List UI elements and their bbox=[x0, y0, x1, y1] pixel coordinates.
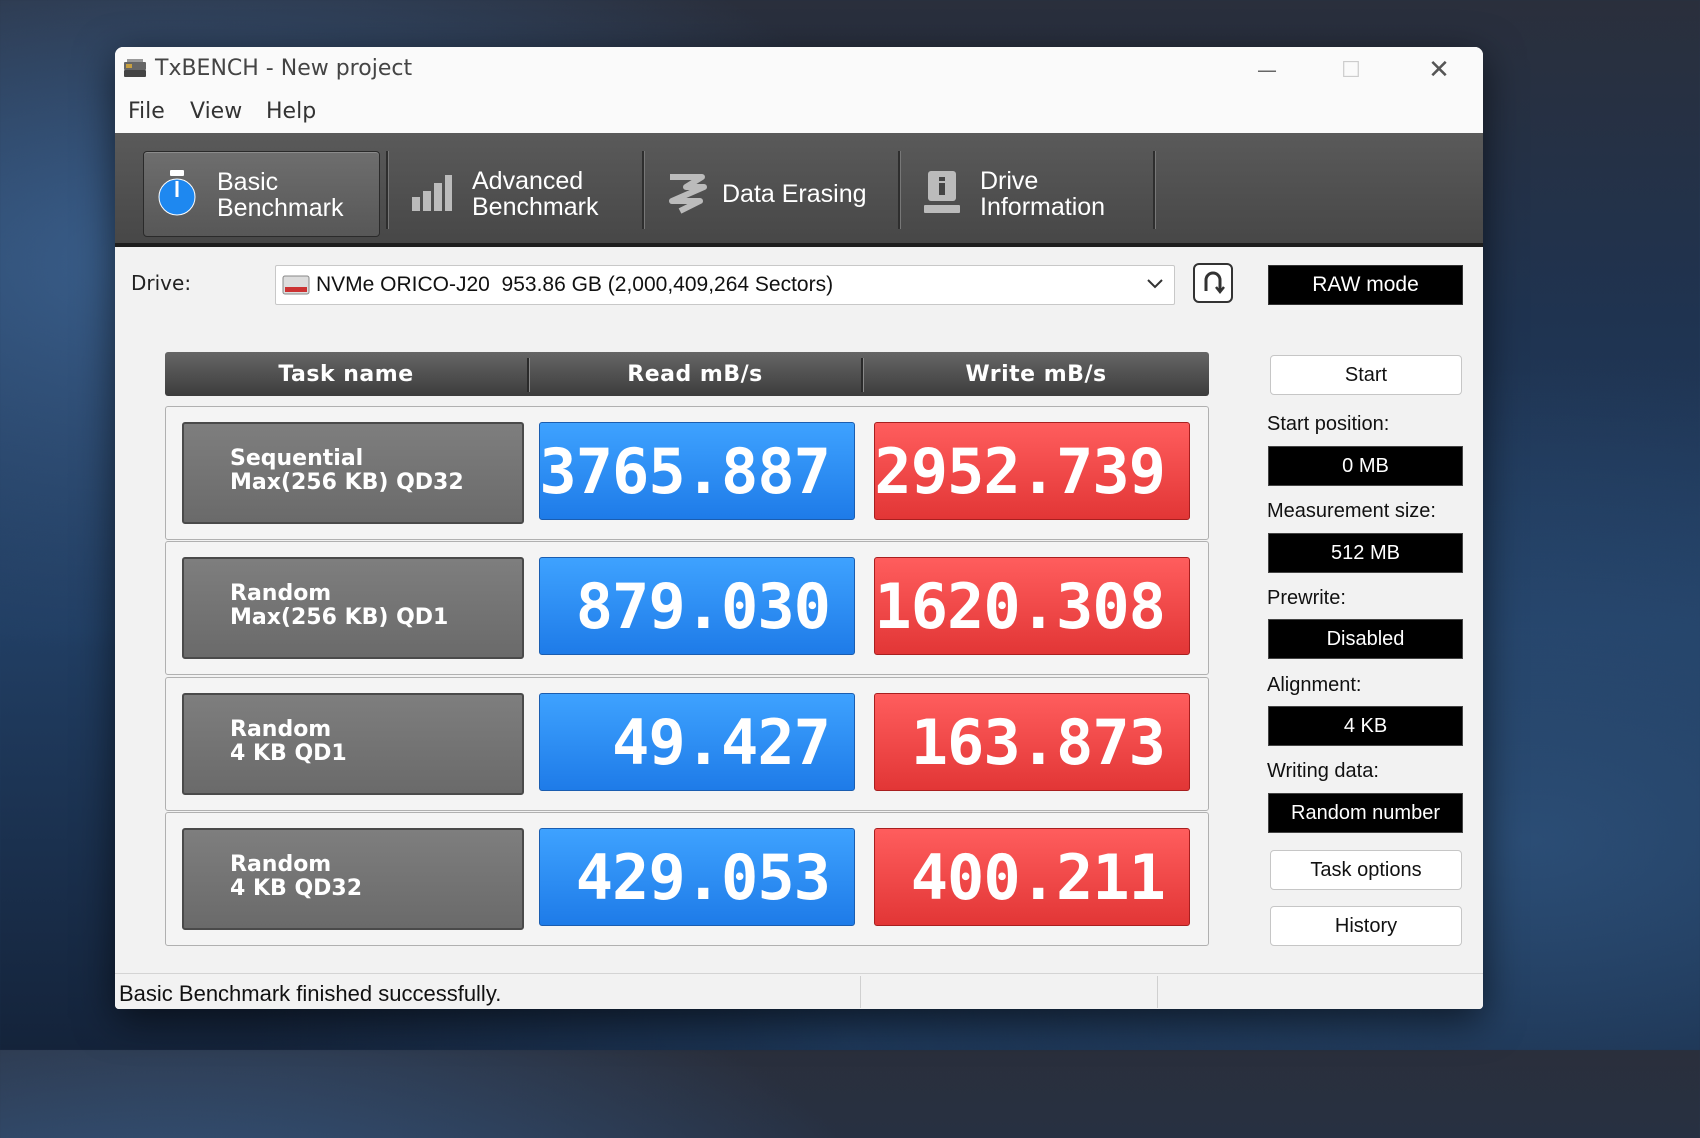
writing-data-label: Writing data: bbox=[1267, 760, 1379, 782]
table-row: Sequential Max(256 KB) QD32 3765.887 295… bbox=[165, 406, 1209, 540]
tab-basic-benchmark[interactable]: Basic Benchmark bbox=[143, 151, 380, 237]
task-name-line2: Max(256 KB) QD1 bbox=[230, 605, 449, 630]
start-position-field[interactable]: 0 MB bbox=[1268, 446, 1463, 486]
start-button[interactable]: Start bbox=[1270, 355, 1462, 395]
minimize-icon: — bbox=[1257, 58, 1277, 82]
tab-label-line2: Benchmark bbox=[217, 194, 344, 222]
task-random-4k-q32-button[interactable]: Random 4 KB QD32 bbox=[182, 828, 524, 930]
tab-label-line2: Information bbox=[980, 193, 1106, 221]
refresh-drive-button[interactable] bbox=[1193, 263, 1233, 303]
close-icon: ✕ bbox=[1428, 55, 1450, 85]
read-value: 49.427 bbox=[539, 693, 855, 791]
menu-view[interactable]: View bbox=[190, 99, 242, 124]
app-window: TxBENCH - New project — ☐ ✕ File View He… bbox=[115, 47, 1483, 1009]
refresh-icon bbox=[1204, 271, 1225, 295]
column-header-write: Write mB/s bbox=[965, 361, 1107, 387]
drive-label: Drive: bbox=[131, 271, 192, 295]
menu-help[interactable]: Help bbox=[266, 99, 316, 124]
bar-chart-icon bbox=[412, 175, 452, 211]
menu-file[interactable]: File bbox=[128, 99, 165, 124]
writing-data-field[interactable]: Random number bbox=[1268, 793, 1463, 833]
tab-label-line1: Drive bbox=[980, 167, 1039, 195]
tab-divider bbox=[1153, 151, 1156, 229]
tab-drive-information[interactable]: Drive Information bbox=[912, 151, 1152, 235]
stopwatch-icon bbox=[158, 170, 196, 216]
start-position-label: Start position: bbox=[1267, 413, 1390, 435]
drive-info-icon bbox=[924, 171, 960, 213]
history-button[interactable]: History bbox=[1270, 906, 1462, 946]
minimize-button[interactable]: — bbox=[1243, 53, 1291, 87]
task-name-line1: Sequential bbox=[230, 446, 364, 471]
tab-data-erasing[interactable]: Data Erasing bbox=[656, 151, 896, 235]
status-divider bbox=[860, 976, 861, 1008]
maximize-icon: ☐ bbox=[1341, 57, 1361, 83]
prewrite-field[interactable]: Disabled bbox=[1268, 619, 1463, 659]
table-row: Random 4 KB QD1 49.427 163.873 bbox=[165, 677, 1209, 811]
maximize-button[interactable]: ☐ bbox=[1327, 53, 1375, 87]
read-value: 429.053 bbox=[539, 828, 855, 926]
table-row: Random 4 KB QD32 429.053 400.211 bbox=[165, 812, 1209, 946]
alignment-label: Alignment: bbox=[1267, 674, 1362, 696]
tab-advanced-benchmark[interactable]: Advanced Benchmark bbox=[400, 151, 640, 235]
tab-label-line1: Basic bbox=[217, 168, 279, 196]
read-value: 879.030 bbox=[539, 557, 855, 655]
chevron-down-icon bbox=[1147, 279, 1163, 289]
menu-bar: File View Help bbox=[115, 93, 1483, 133]
task-name-line1: Random bbox=[230, 581, 332, 606]
task-name-line2: Max(256 KB) QD32 bbox=[230, 470, 464, 495]
task-random-4k-q1-button[interactable]: Random 4 KB QD1 bbox=[182, 693, 524, 795]
tab-label-line2: Benchmark bbox=[472, 193, 599, 221]
close-button[interactable]: ✕ bbox=[1415, 53, 1463, 87]
task-name-line1: Random bbox=[230, 852, 332, 877]
tab-toolbar: Basic Benchmark Advanced Benchmark Data … bbox=[115, 133, 1483, 247]
column-header-read: Read mB/s bbox=[627, 361, 763, 387]
tab-divider bbox=[642, 151, 645, 229]
window-title: TxBENCH - New project bbox=[155, 56, 413, 81]
results-table-header: Task name Read mB/s Write mB/s bbox=[165, 352, 1209, 396]
measurement-size-field[interactable]: 512 MB bbox=[1268, 533, 1463, 573]
status-divider bbox=[1157, 976, 1158, 1008]
eraser-icon bbox=[669, 174, 707, 214]
table-row: Random Max(256 KB) QD1 879.030 1620.308 bbox=[165, 541, 1209, 675]
status-bar: Basic Benchmark finished successfully. bbox=[115, 973, 1483, 1009]
app-icon bbox=[124, 59, 146, 77]
tab-divider bbox=[898, 151, 901, 229]
title-bar[interactable]: TxBENCH - New project — ☐ ✕ bbox=[115, 47, 1483, 93]
task-options-button[interactable]: Task options bbox=[1270, 850, 1462, 890]
status-message: Basic Benchmark finished successfully. bbox=[119, 981, 502, 1006]
prewrite-label: Prewrite: bbox=[1267, 587, 1346, 609]
write-value: 400.211 bbox=[874, 828, 1190, 926]
alignment-field[interactable]: 4 KB bbox=[1268, 706, 1463, 746]
drive-select[interactable]: NVMe ORICO-J20 953.86 GB (2,000,409,264 … bbox=[275, 265, 1175, 305]
write-value: 163.873 bbox=[874, 693, 1190, 791]
write-value: 1620.308 bbox=[874, 557, 1190, 655]
write-value: 2952.739 bbox=[874, 422, 1190, 520]
drive-select-value: NVMe ORICO-J20 953.86 GB (2,000,409,264 … bbox=[316, 273, 834, 296]
task-name-line1: Random bbox=[230, 717, 332, 742]
column-header-task: Task name bbox=[278, 361, 414, 387]
tab-divider bbox=[386, 151, 389, 229]
tab-label-line1: Advanced bbox=[472, 167, 584, 195]
tab-label: Data Erasing bbox=[722, 180, 867, 208]
task-name-line2: 4 KB QD1 bbox=[230, 741, 347, 766]
drive-icon bbox=[282, 275, 310, 295]
task-name-line2: 4 KB QD32 bbox=[230, 876, 363, 901]
read-value: 3765.887 bbox=[539, 422, 855, 520]
task-random-256-q1-button[interactable]: Random Max(256 KB) QD1 bbox=[182, 557, 524, 659]
measurement-size-label: Measurement size: bbox=[1267, 500, 1436, 522]
raw-mode-button[interactable]: RAW mode bbox=[1268, 265, 1463, 305]
task-sequential-q32-button[interactable]: Sequential Max(256 KB) QD32 bbox=[182, 422, 524, 524]
